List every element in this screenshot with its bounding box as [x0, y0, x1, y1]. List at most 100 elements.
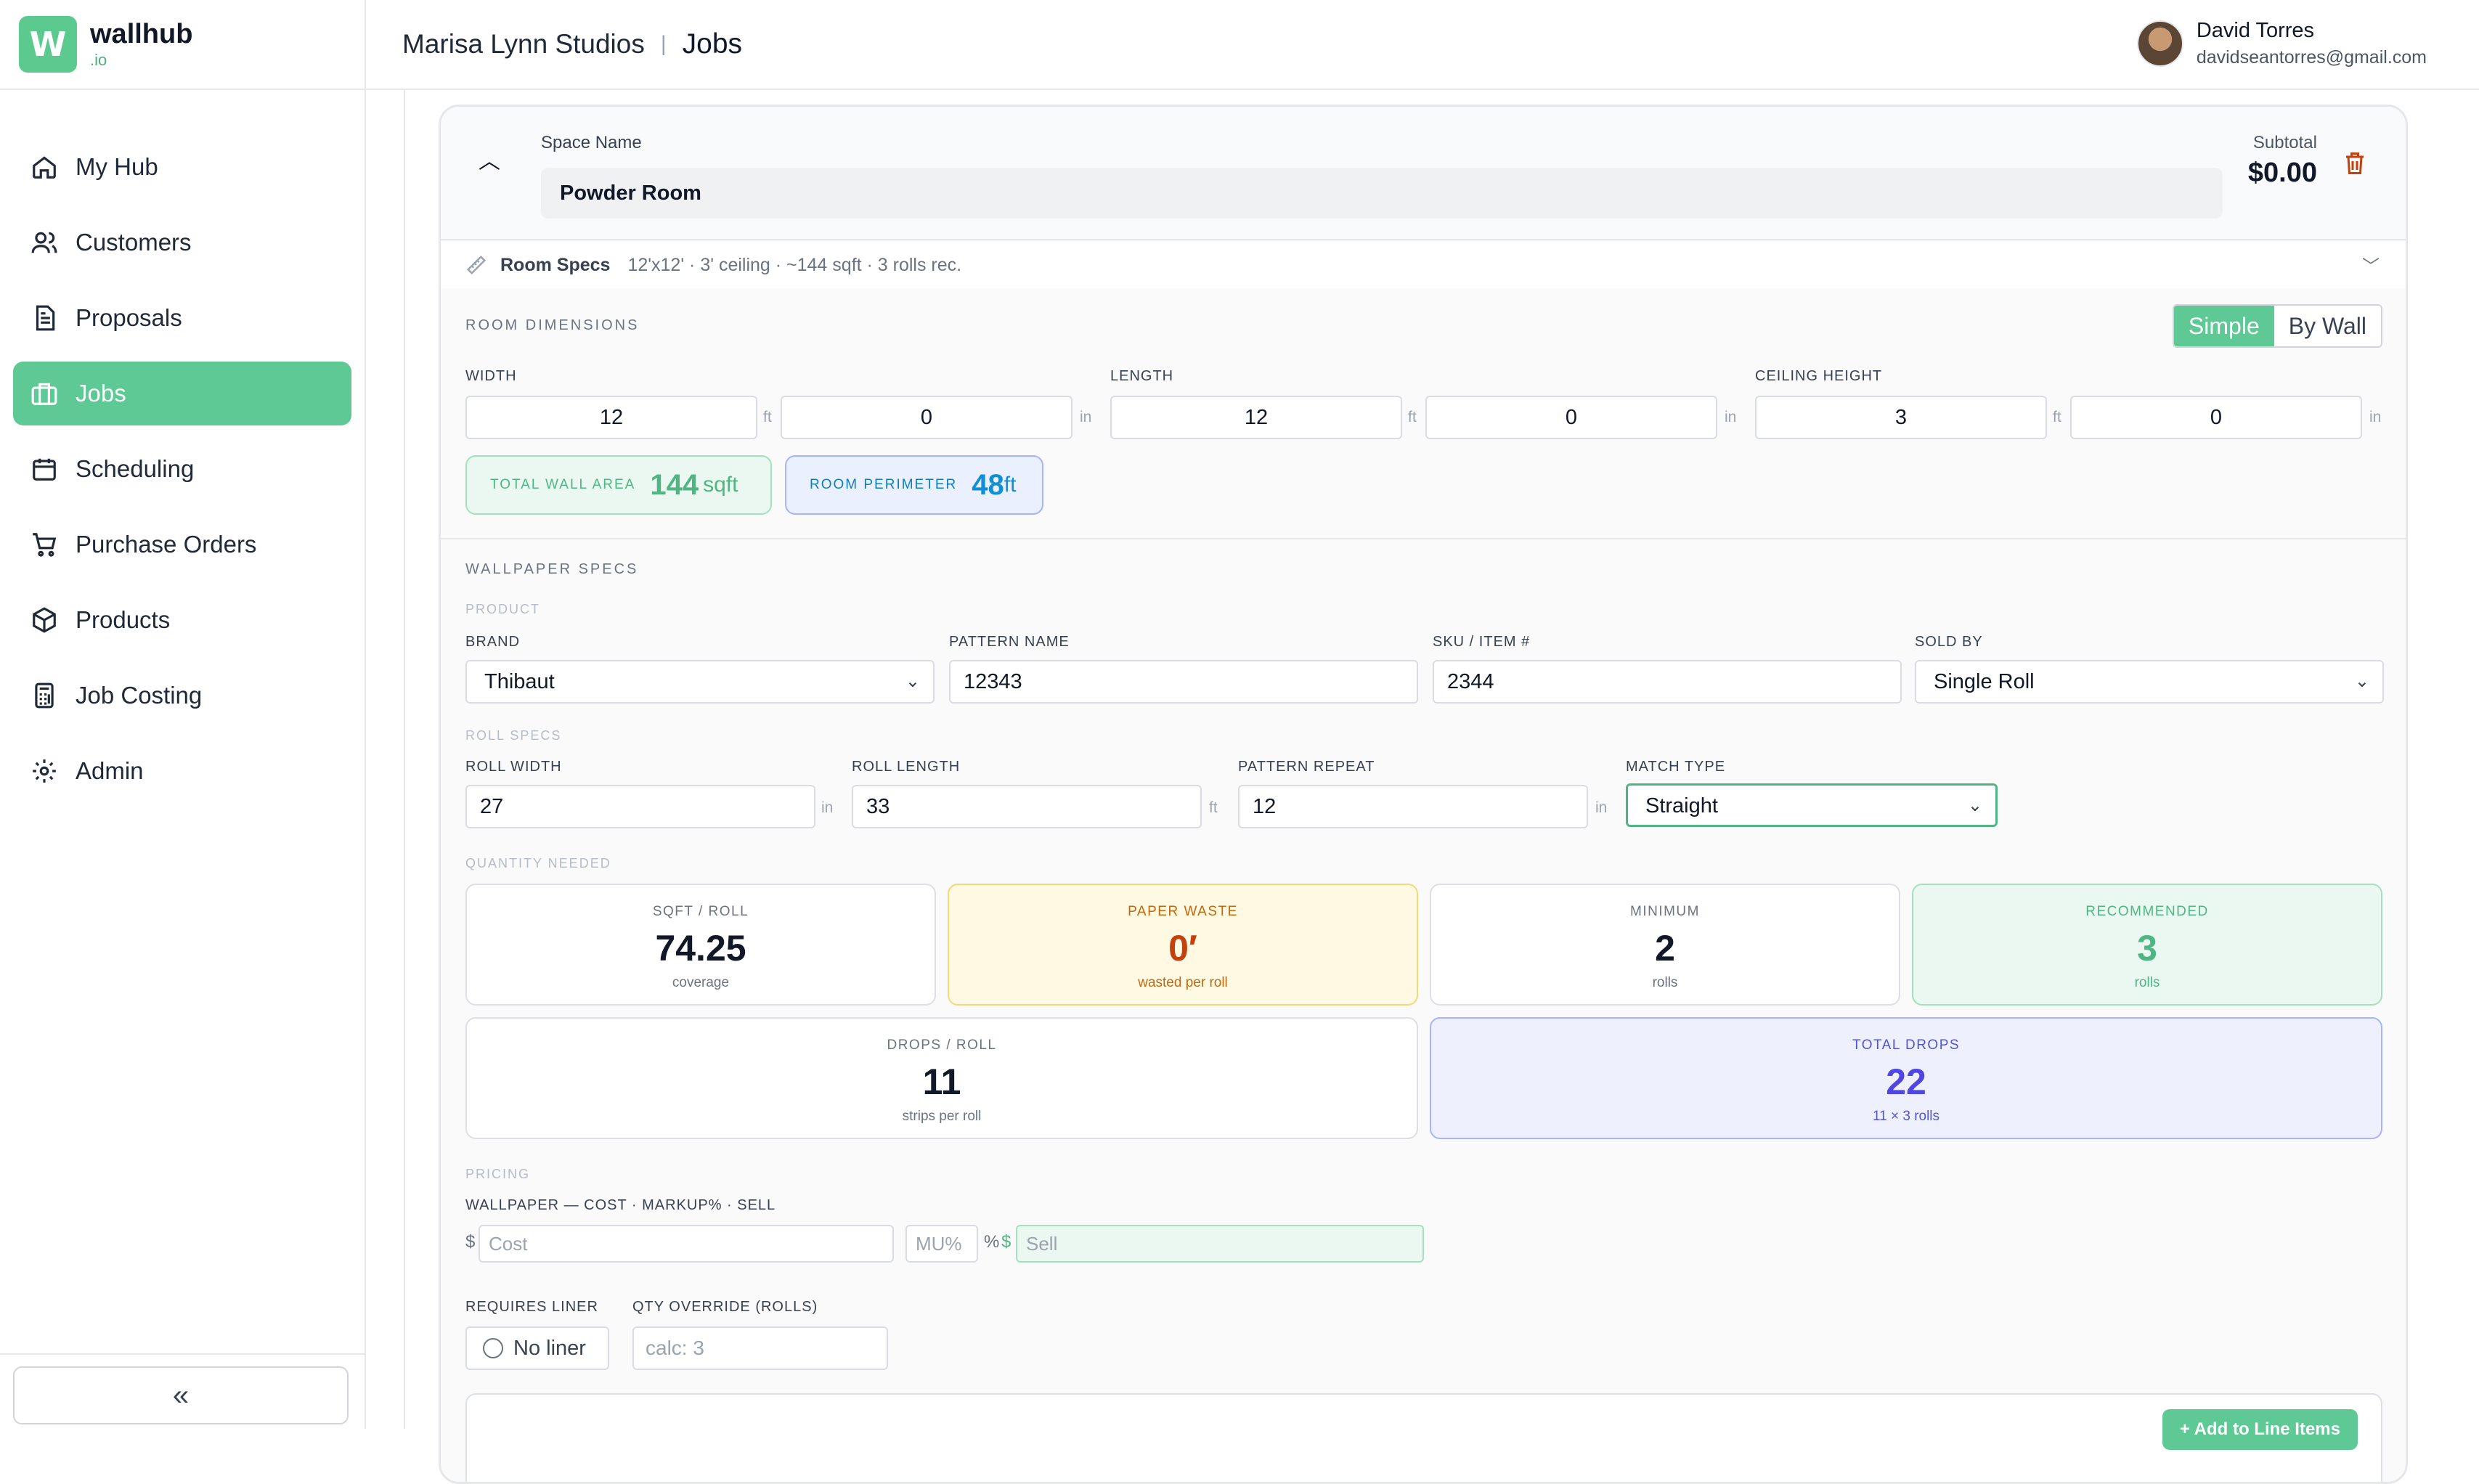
collapse-sidebar-button[interactable]: « — [13, 1366, 349, 1424]
sidebar-item-label: Jobs — [76, 380, 126, 407]
space-name-label: Space Name — [541, 133, 642, 153]
sidebar: W wallhub .io My Hub Customers Proposals… — [0, 0, 366, 1429]
minimum-label: MINIMUM — [1431, 904, 1899, 920]
space-card-header: ︿ Space Name Powder Room Subtotal $0.00 — [441, 107, 2406, 240]
ceiling-ft-input[interactable]: 3 — [1755, 396, 2047, 439]
room-specs-title: Room Specs — [500, 255, 610, 276]
sidebar-footer: « — [0, 1353, 365, 1429]
user-menu[interactable]: David Torres davidseantorres@gmail.com — [2137, 19, 2427, 68]
avatar[interactable] — [2137, 20, 2183, 67]
chevron-down-icon: ⌄ — [905, 661, 920, 702]
gear-icon — [30, 757, 58, 785]
box-icon — [30, 606, 58, 634]
brand-select[interactable]: Thibaut ⌄ — [465, 660, 935, 704]
width-ft-input[interactable]: 12 — [465, 396, 757, 439]
waste-sub: wasted per roll — [949, 975, 1417, 991]
dimension-mode-toggle: Simple By Wall — [2173, 304, 2382, 348]
perimeter-label: ROOM PERIMETER — [810, 477, 957, 493]
sold-by-select[interactable]: Single Roll ⌄ — [1915, 660, 2384, 704]
chevron-down-icon[interactable]: ﹀ — [2362, 252, 2380, 277]
recommended-label: RECOMMENDED — [1913, 904, 2381, 920]
waste-label: PAPER WASTE — [949, 904, 1417, 920]
percent-symbol: % — [984, 1232, 999, 1252]
width-label: WIDTH — [465, 368, 517, 385]
in-unit: in — [1080, 409, 1091, 426]
briefcase-icon — [30, 380, 58, 407]
pattern-name-input[interactable]: 12343 — [949, 660, 1418, 704]
collapse-space-chevron-icon[interactable]: ︿ — [479, 143, 500, 175]
room-perimeter-badge: ROOM PERIMETER 48 ft — [785, 455, 1043, 515]
qty-override-input[interactable]: calc: 3 — [632, 1326, 888, 1370]
breadcrumb-org[interactable]: Marisa Lynn Studios — [402, 29, 645, 60]
wall-area-value: 144 — [650, 469, 699, 502]
space-name-input[interactable]: Powder Room — [541, 168, 2223, 219]
sidebar-item-purchase-orders[interactable]: Purchase Orders — [13, 513, 351, 576]
sidebar-item-jobs[interactable]: Jobs — [13, 362, 351, 425]
paper-waste-card: PAPER WASTE 0′ wasted per roll — [948, 884, 1418, 1006]
total-drops-value: 22 — [1431, 1061, 2381, 1103]
sidebar-item-label: Customers — [76, 229, 192, 256]
in-unit: in — [1595, 799, 1607, 817]
top-header: Marisa Lynn Studios | Jobs David Torres … — [366, 0, 2479, 90]
in-unit: in — [2369, 409, 2381, 426]
product-subtitle: PRODUCT — [465, 602, 540, 617]
match-type-select[interactable]: Straight ⌄ — [1626, 783, 1998, 827]
trash-icon[interactable] — [2342, 149, 2368, 178]
cost-input[interactable]: Cost — [479, 1225, 894, 1263]
sqft-roll-value: 74.25 — [467, 927, 935, 969]
liner-value: No liner — [513, 1337, 586, 1361]
markup-input[interactable]: MU% — [905, 1225, 978, 1263]
sidebar-item-label: Scheduling — [76, 455, 194, 483]
sidebar-item-label: Products — [76, 606, 170, 634]
sidebar-item-job-costing[interactable]: Job Costing — [13, 664, 351, 727]
sidebar-item-my-hub[interactable]: My Hub — [13, 135, 351, 199]
length-ft-input[interactable]: 12 — [1110, 396, 1402, 439]
sidebar-item-proposals[interactable]: Proposals — [13, 286, 351, 350]
sqft-roll-label: SQFT / ROLL — [467, 904, 935, 920]
roll-length-input[interactable]: 33 — [852, 785, 1202, 828]
brand[interactable]: W wallhub .io — [0, 0, 365, 90]
by-wall-mode-button[interactable]: By Wall — [2274, 306, 2381, 346]
chevron-down-icon: ⌄ — [1968, 786, 1982, 826]
roll-width-input[interactable]: 27 — [465, 785, 815, 828]
width-in-input[interactable]: 0 — [781, 396, 1072, 439]
section-divider — [441, 538, 2406, 539]
home-icon — [30, 153, 58, 181]
sell-input[interactable]: Sell — [1016, 1225, 1424, 1263]
total-drops-sub: 11 × 3 rolls — [1431, 1109, 2381, 1125]
sidebar-item-customers[interactable]: Customers — [13, 211, 351, 274]
simple-mode-button[interactable]: Simple — [2174, 306, 2274, 346]
drops-roll-value: 11 — [467, 1061, 1417, 1103]
liner-toggle[interactable]: No liner — [465, 1326, 609, 1370]
wall-area-unit: sqft — [703, 473, 738, 497]
brand-label: BRAND — [465, 634, 520, 651]
length-in-input[interactable]: 0 — [1425, 396, 1717, 439]
add-to-line-items-button[interactable]: + Add to Line Items — [2162, 1409, 2358, 1450]
total-drops-label: TOTAL DROPS — [1431, 1037, 2381, 1053]
qty-override-label: QTY OVERRIDE (ROLLS) — [632, 1299, 818, 1316]
dollar-symbol: $ — [465, 1232, 475, 1252]
ceiling-in-input[interactable]: 0 — [2070, 396, 2362, 439]
minimum-sub: rolls — [1431, 975, 1899, 991]
sidebar-item-scheduling[interactable]: Scheduling — [13, 437, 351, 501]
sidebar-nav: My Hub Customers Proposals Jobs Scheduli… — [0, 90, 365, 803]
sku-input[interactable]: 2344 — [1433, 660, 1902, 704]
content-rule — [404, 90, 405, 1429]
pattern-repeat-input[interactable]: 12 — [1238, 785, 1588, 828]
sidebar-item-products[interactable]: Products — [13, 588, 351, 652]
ft-unit: ft — [1209, 799, 1218, 817]
document-icon — [30, 304, 58, 332]
ft-unit: ft — [1408, 409, 1417, 426]
sidebar-item-label: Job Costing — [76, 682, 202, 709]
minimum-rolls-card: MINIMUM 2 rolls — [1430, 884, 1900, 1006]
sidebar-item-admin[interactable]: Admin — [13, 739, 351, 803]
chevron-down-icon: ⌄ — [2355, 661, 2369, 702]
calculator-icon — [30, 682, 58, 709]
sidebar-item-label: My Hub — [76, 153, 158, 181]
drops-roll-label: DROPS / ROLL — [467, 1037, 1417, 1053]
wallpaper-specs-title: WALLPAPER SPECS — [465, 561, 638, 578]
user-name: David Torres — [2197, 19, 2427, 43]
room-specs-toggle[interactable]: Room Specs 12'x12' · 3' ceiling · ~144 s… — [441, 242, 2406, 288]
main-content: ︿ Space Name Powder Room Subtotal $0.00 … — [366, 90, 2479, 1429]
quantity-subtitle: QUANTITY NEEDED — [465, 856, 611, 871]
